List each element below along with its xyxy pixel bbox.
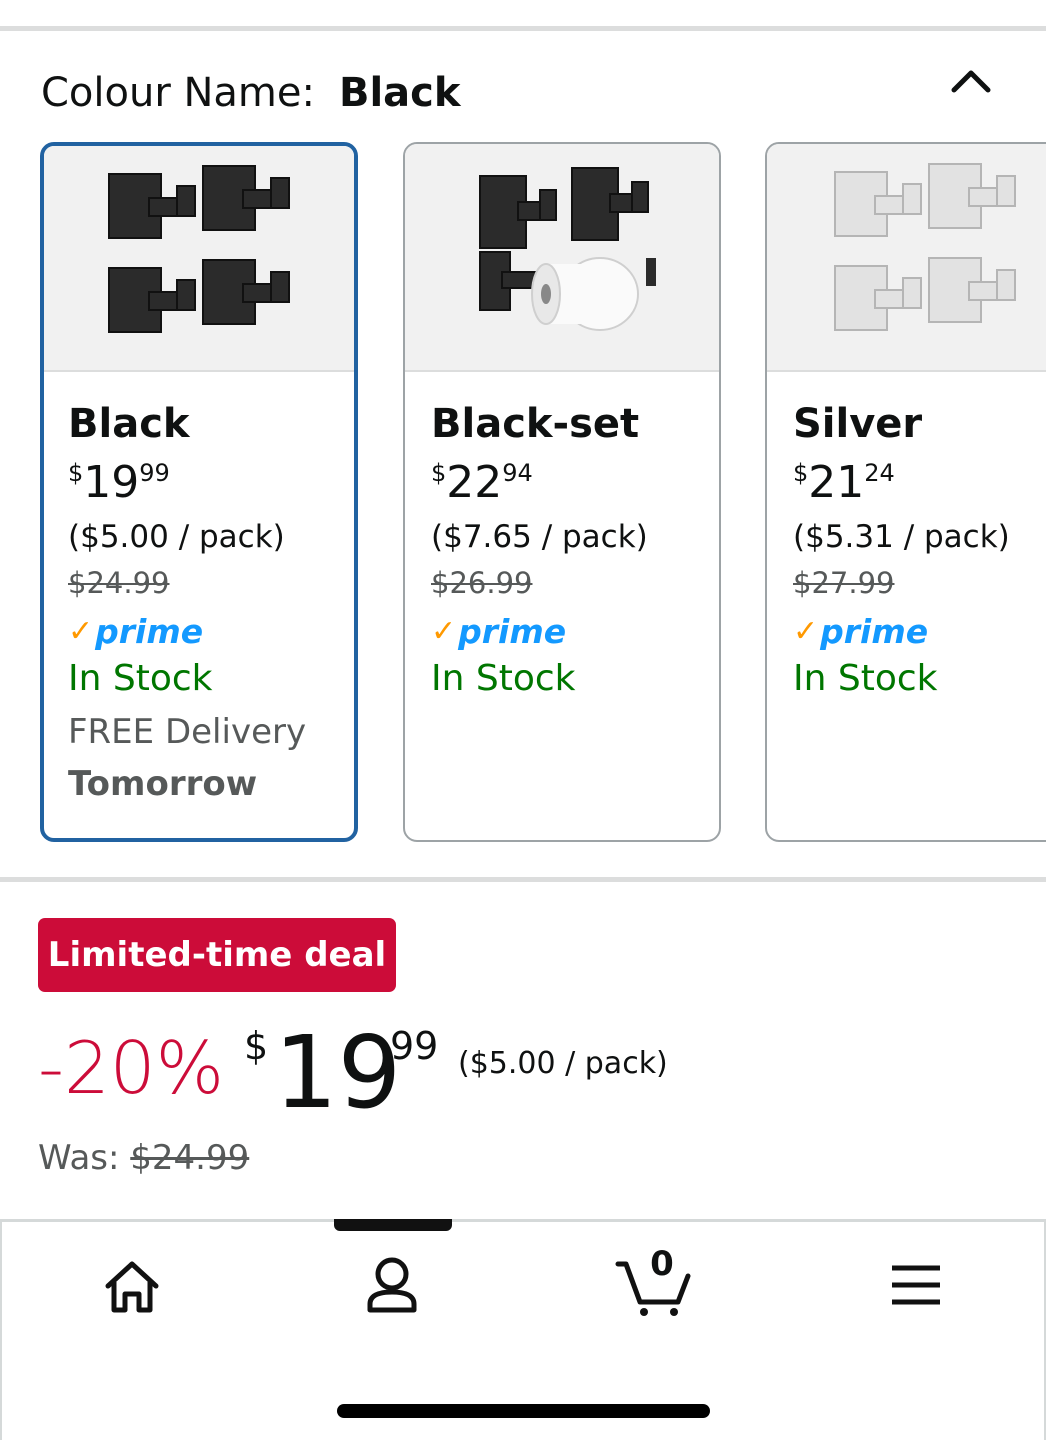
variant-card-black[interactable]: Black $1999 ($5.00 / pack) $24.99 ✓ prime… <box>40 142 358 842</box>
active-tab-indicator <box>334 1219 452 1231</box>
was-label: Was: <box>38 1138 120 1178</box>
price-fraction: 99 <box>390 1024 439 1068</box>
price-symbol: $ <box>244 1024 269 1068</box>
variant-list-price: $27.99 <box>793 566 895 600</box>
deal-unit-price: ($5.00 / pack) <box>458 1046 668 1081</box>
was-value: $24.99 <box>130 1138 250 1178</box>
variant-name: Black <box>68 401 190 447</box>
deal-badge: Limited-time deal <box>38 918 396 992</box>
variant-name: Silver <box>793 401 923 447</box>
account-icon[interactable] <box>352 1252 432 1322</box>
home-indicator[interactable] <box>337 1404 710 1418</box>
variant-availability: In Stock <box>431 658 576 699</box>
variant-price: $2294 <box>431 457 533 508</box>
black-hooks-and-toilet-roll-holder-image <box>405 144 719 372</box>
prime-logo: ✓ prime <box>68 611 204 651</box>
prime-logo: ✓ prime <box>793 611 929 651</box>
discount-percent: -20% <box>38 1026 225 1110</box>
variant-availability: In Stock <box>793 658 938 699</box>
variant-delivery: FREE Delivery <box>68 712 307 752</box>
variant-unit-price: ($7.65 / pack) <box>431 519 648 555</box>
prime-check-icon: ✓ <box>68 613 94 649</box>
section-divider <box>0 877 1046 882</box>
variant-card-black-set[interactable]: Black-set $2294 ($7.65 / pack) $26.99 ✓ p… <box>403 142 721 842</box>
home-icon[interactable] <box>92 1252 172 1322</box>
colour-name-row: Colour Name: Black <box>41 68 461 118</box>
variant-price: $2124 <box>793 457 895 508</box>
prime-logo: ✓ prime <box>431 611 567 651</box>
colour-name-value: Black <box>338 70 461 116</box>
black-hooks-4pack-image <box>44 146 354 372</box>
prime-check-icon: ✓ <box>793 613 819 649</box>
silver-hooks-4pack-image <box>767 144 1046 372</box>
cart-count: 0 <box>650 1244 674 1284</box>
menu-icon[interactable] <box>876 1252 956 1322</box>
variant-price: $1999 <box>68 457 170 508</box>
was-price: Was: $24.99 <box>38 1138 249 1178</box>
variant-list-price: $24.99 <box>68 566 170 600</box>
chevron-up-icon[interactable] <box>946 60 996 100</box>
variant-unit-price: ($5.31 / pack) <box>793 519 1010 555</box>
variant-list-price: $26.99 <box>431 566 533 600</box>
variant-name: Black-set <box>431 401 640 447</box>
variant-availability: In Stock <box>68 658 213 699</box>
prime-check-icon: ✓ <box>431 613 457 649</box>
variant-unit-price: ($5.00 / pack) <box>68 519 285 555</box>
colour-name-label: Colour Name: <box>41 70 315 116</box>
variant-card-silver[interactable]: Silver $2124 ($5.31 / pack) $27.99 ✓ prim… <box>765 142 1046 842</box>
top-divider <box>0 26 1046 31</box>
price-whole: 19 <box>274 1014 402 1131</box>
variant-delivery-date: Tomorrow <box>68 764 258 804</box>
